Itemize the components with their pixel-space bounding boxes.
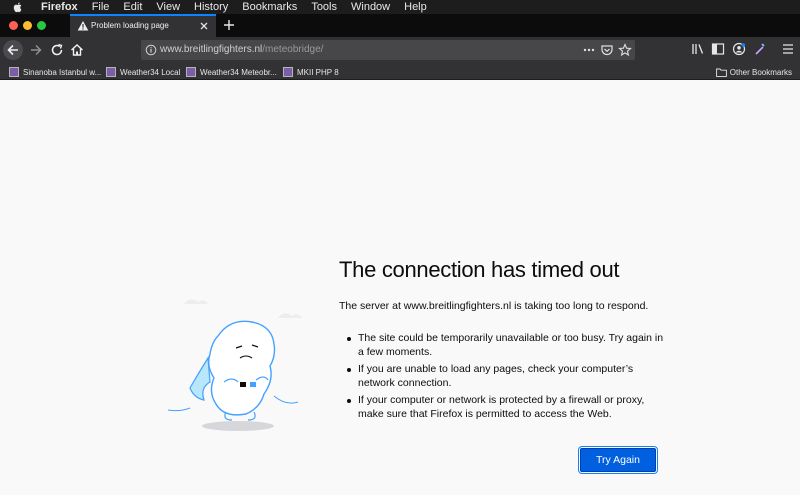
apple-icon[interactable] bbox=[12, 1, 24, 13]
bookmark-item[interactable]: Weather34 Meteobr... bbox=[186, 66, 277, 78]
other-bookmarks-folder[interactable]: Other Bookmarks bbox=[715, 66, 792, 78]
error-page: The connection has timed out The server … bbox=[0, 81, 800, 495]
error-suggestions: The site could be temporarily unavailabl… bbox=[346, 332, 666, 425]
bookmark-label: Weather34 Meteobr... bbox=[200, 67, 277, 77]
home-button[interactable] bbox=[67, 40, 87, 60]
menu-bookmarks[interactable]: Bookmarks bbox=[235, 0, 304, 14]
bookmark-label: Sinanoba Istanbul w... bbox=[23, 67, 102, 77]
tab-title: Problem loading page bbox=[91, 21, 169, 30]
close-icon[interactable] bbox=[198, 20, 210, 32]
bookmark-label: Weather34 Local bbox=[120, 67, 181, 77]
window-close-button[interactable] bbox=[9, 21, 18, 30]
error-description: The server at www.breitlingfighters.nl i… bbox=[339, 300, 649, 312]
try-again-button[interactable]: Try Again bbox=[580, 448, 656, 472]
bookmark-label: MKII PHP 8 bbox=[297, 67, 339, 77]
hamburger-menu-icon[interactable] bbox=[780, 40, 796, 58]
sidebar-icon[interactable] bbox=[710, 40, 726, 58]
favicon-icon bbox=[283, 67, 293, 77]
account-icon[interactable] bbox=[731, 40, 747, 58]
bookmark-item[interactable]: MKII PHP 8 bbox=[283, 66, 339, 78]
bookmarks-bar: Sinanoba Istanbul w... Weather34 Local W… bbox=[0, 63, 800, 80]
url-path: /meteobridge/ bbox=[262, 44, 324, 55]
star-icon[interactable] bbox=[618, 43, 632, 57]
menu-history[interactable]: History bbox=[187, 0, 235, 14]
favicon-icon bbox=[106, 67, 116, 77]
nav-bar: www.breitlingfighters.nl/meteobridge/ bbox=[0, 37, 800, 63]
menu-file[interactable]: File bbox=[85, 0, 117, 14]
url-text[interactable]: www.breitlingfighters.nl/meteobridge/ bbox=[160, 44, 323, 55]
tab-strip: Problem loading page bbox=[0, 14, 800, 37]
info-icon[interactable] bbox=[145, 44, 157, 56]
list-item: If you are unable to load any pages, che… bbox=[346, 363, 666, 390]
folder-icon bbox=[715, 68, 727, 77]
window-maximize-button[interactable] bbox=[37, 21, 46, 30]
library-icon[interactable] bbox=[690, 40, 706, 58]
reload-button[interactable] bbox=[47, 40, 67, 60]
menu-tools[interactable]: Tools bbox=[304, 0, 344, 14]
timeout-illustration-icon bbox=[167, 299, 302, 431]
favicon-icon bbox=[186, 67, 196, 77]
tab-active[interactable]: Problem loading page bbox=[70, 14, 216, 37]
back-button[interactable] bbox=[3, 40, 23, 60]
window-minimize-button[interactable] bbox=[23, 21, 32, 30]
list-item: The site could be temporarily unavailabl… bbox=[346, 332, 666, 359]
bookmark-item[interactable]: Weather34 Local bbox=[106, 66, 180, 78]
forward-button[interactable] bbox=[26, 40, 46, 60]
bookmark-item[interactable]: Sinanoba Istanbul w... bbox=[9, 66, 101, 78]
list-item: If your computer or network is protected… bbox=[346, 394, 666, 421]
bookmark-folder-label: Other Bookmarks bbox=[729, 67, 792, 77]
page-actions-icon[interactable] bbox=[582, 43, 596, 57]
warning-icon bbox=[77, 21, 89, 31]
new-tab-button[interactable] bbox=[221, 17, 237, 33]
pocket-icon[interactable] bbox=[600, 43, 614, 57]
extension-icon[interactable] bbox=[752, 40, 768, 58]
menu-firefox[interactable]: Firefox bbox=[34, 0, 85, 14]
menu-view[interactable]: View bbox=[149, 0, 187, 14]
menu-bar: Firefox File Edit View History Bookmarks… bbox=[0, 0, 800, 14]
error-title: The connection has timed out bbox=[339, 257, 620, 282]
url-bar[interactable]: www.breitlingfighters.nl/meteobridge/ bbox=[141, 40, 635, 60]
url-domain: www.breitlingfighters.nl bbox=[160, 44, 263, 55]
menu-window[interactable]: Window bbox=[344, 0, 397, 14]
menu-help[interactable]: Help bbox=[397, 0, 434, 14]
favicon-icon bbox=[9, 67, 19, 77]
menu-edit[interactable]: Edit bbox=[116, 0, 149, 14]
